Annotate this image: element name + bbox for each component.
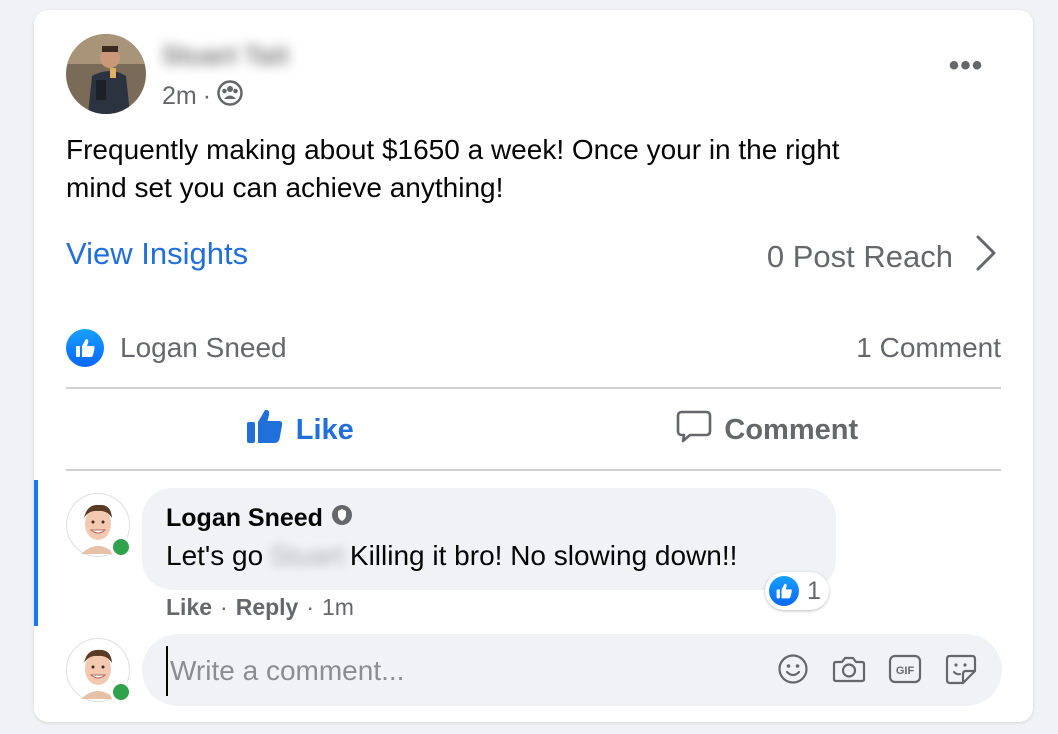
post-meta: 2m · xyxy=(162,80,243,113)
comment-label: Comment xyxy=(724,413,859,446)
commenter-info: Logan Sneed xyxy=(166,504,353,533)
moderator-shield-icon xyxy=(331,504,353,533)
comment-time[interactable]: 1m xyxy=(322,594,354,621)
online-status-dot xyxy=(110,536,132,558)
comment-bubble: Logan Sneed Let's go Stuart Killing it bro… xyxy=(142,488,836,590)
action-bar: Like Comment xyxy=(66,391,1001,469)
like-reaction-icon xyxy=(66,329,104,367)
comment-actions: Like · Reply · 1m xyxy=(166,594,354,621)
comment-actions-separator: · xyxy=(306,594,315,620)
like-label: Like xyxy=(295,413,354,446)
comment-composer: GIF xyxy=(142,634,1002,706)
comment-button[interactable]: Comment xyxy=(534,391,1002,469)
post-time[interactable]: 2m xyxy=(162,82,197,111)
post-card: Stuart Tait 2m · ••• Frequently making a… xyxy=(34,10,1033,722)
divider xyxy=(66,469,1001,471)
like-reaction-icon xyxy=(769,576,799,606)
divider xyxy=(66,387,1001,389)
reactor-name: Logan Sneed xyxy=(120,332,287,363)
post-reach-link[interactable]: 0 Post Reach xyxy=(767,234,997,280)
meta-separator: · xyxy=(202,82,212,110)
comment-text: Let's go Stuart Killing it bro! No slowing… xyxy=(166,540,737,572)
post-reach-label: 0 Post Reach xyxy=(766,239,953,274)
comment-actions-separator: · xyxy=(220,594,228,620)
gif-icon[interactable]: GIF xyxy=(888,652,922,686)
chevron-right-icon xyxy=(975,234,997,280)
svg-text:GIF: GIF xyxy=(896,665,915,677)
emoji-icon[interactable] xyxy=(776,652,810,686)
post-text: Frequently making about $1650 a week! On… xyxy=(66,131,966,207)
reaction-count: 1 xyxy=(807,576,821,605)
thumbs-up-icon xyxy=(246,408,284,452)
online-status-dot xyxy=(110,681,132,703)
post-text-line: mind set you can achieve anything! xyxy=(66,172,504,203)
more-options-icon[interactable]: ••• xyxy=(944,51,988,84)
commenter-name[interactable]: Logan Sneed xyxy=(166,504,323,533)
like-button[interactable]: Like xyxy=(66,391,534,469)
comment-highlight-rail xyxy=(34,480,38,626)
group-audience-icon[interactable] xyxy=(217,80,243,113)
composer-icons: GIF xyxy=(776,652,978,686)
post-text-line: Frequently making about $1650 a week! On… xyxy=(66,134,840,165)
author-name[interactable]: Stuart Tait xyxy=(162,40,289,71)
comment-mention[interactable]: Stuart xyxy=(269,540,344,572)
comment-reaction-count[interactable]: 1 xyxy=(765,572,829,610)
sticker-icon[interactable] xyxy=(944,652,978,686)
comment-text-end: Killing it bro! No slowing down!! xyxy=(349,540,738,571)
reactions-summary: Logan Sneed 1 Comment xyxy=(66,328,1001,368)
view-insights-link[interactable]: View Insights xyxy=(66,236,248,272)
author-avatar[interactable] xyxy=(66,34,146,114)
comment-text-start: Let's go xyxy=(166,540,264,571)
comment-reply-link[interactable]: Reply xyxy=(236,594,299,621)
speech-bubble-icon xyxy=(676,408,712,452)
comment-input[interactable] xyxy=(166,646,752,696)
comment-count[interactable]: 1 Comment xyxy=(856,332,1001,364)
camera-icon[interactable] xyxy=(832,652,866,686)
reactors[interactable]: Logan Sneed xyxy=(66,329,287,367)
comment-like-link[interactable]: Like xyxy=(166,594,212,621)
